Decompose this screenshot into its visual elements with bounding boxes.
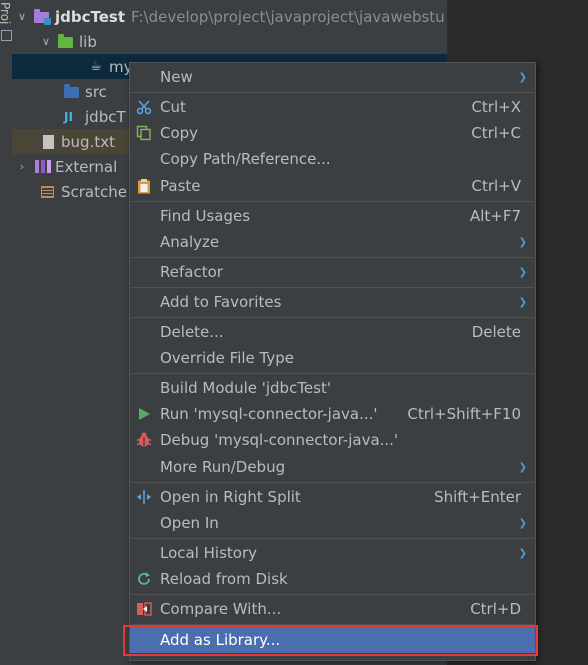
menu-separator <box>131 373 534 374</box>
chevron-down-icon[interactable]: ∨ <box>40 35 52 48</box>
menu-item-compare-with[interactable]: Compare With... Ctrl+D <box>130 596 535 622</box>
context-menu: New ❯ Cut Ctrl+X Copy Ctrl+C Copy Path/R… <box>129 62 536 661</box>
menu-item-label: More Run/Debug <box>160 458 286 476</box>
tree-item-lib[interactable]: ∨ lib <box>12 29 447 54</box>
text-file-icon <box>40 134 56 150</box>
menu-item-reload-from-disk[interactable]: Reload from Disk <box>130 566 535 592</box>
menu-separator <box>131 317 534 318</box>
menu-item-copy[interactable]: Copy Ctrl+C <box>130 120 535 146</box>
clipboard-icon <box>136 178 152 194</box>
menu-item-label: Open in Right Split <box>160 488 301 506</box>
split-icon <box>136 489 152 505</box>
menu-item-label: Build Module 'jdbcTest' <box>160 379 331 397</box>
menu-item-build-module[interactable]: Build Module 'jdbcTest' <box>130 375 535 401</box>
debug-icon <box>136 432 152 448</box>
menu-item-paste[interactable]: Paste Ctrl+V <box>130 173 535 199</box>
chevron-right-icon[interactable]: › <box>16 160 28 173</box>
tree-item-label: Scratche <box>61 182 127 201</box>
submenu-arrow-icon: ❯ <box>518 461 527 473</box>
submenu-arrow-icon: ❯ <box>518 266 527 278</box>
tree-item-jdbctest[interactable]: ∨ jdbcTest F:\develop\project\javaprojec… <box>12 4 447 29</box>
source-folder-icon <box>64 83 80 100</box>
menu-separator <box>131 538 534 539</box>
reload-icon <box>136 571 152 587</box>
menu-item-find-usages[interactable]: Find Usages Alt+F7 <box>130 203 535 229</box>
menu-shortcut: Ctrl+D <box>470 600 521 618</box>
menu-separator <box>131 257 534 258</box>
java-jar-icon: ☕ <box>90 58 102 74</box>
menu-shortcut: Ctrl+V <box>471 177 521 195</box>
library-folder-icon <box>58 33 74 50</box>
menu-separator <box>131 92 534 93</box>
submenu-arrow-icon: ❯ <box>518 71 527 83</box>
menu-item-new[interactable]: New ❯ <box>130 64 535 90</box>
menu-item-copy-path[interactable]: Copy Path/Reference... <box>130 146 535 172</box>
menu-item-open-in[interactable]: Open In ❯ <box>130 510 535 536</box>
menu-item-label: Refactor <box>160 263 223 281</box>
external-libraries-icon <box>34 159 51 175</box>
structure-icon[interactable] <box>1 30 12 41</box>
menu-item-refactor[interactable]: Refactor ❯ <box>130 259 535 285</box>
menu-item-analyze[interactable]: Analyze ❯ <box>130 229 535 255</box>
tree-item-label: External <box>55 157 118 176</box>
menu-shortcut: Delete <box>471 323 521 341</box>
menu-item-add-to-favorites[interactable]: Add to Favorites ❯ <box>130 289 535 315</box>
tree-item-label: jdbcT <box>85 107 126 126</box>
tree-item-path: F:\develop\project\javaproject\javawebst… <box>131 7 445 26</box>
tree-item-label: jdbcTest <box>55 7 126 26</box>
submenu-arrow-icon: ❯ <box>518 517 527 529</box>
scratches-icon <box>40 184 56 200</box>
menu-separator <box>131 482 534 483</box>
menu-shortcut: Alt+F7 <box>469 207 521 225</box>
module-folder-icon <box>34 8 51 25</box>
menu-shortcut: Ctrl+X <box>471 98 521 116</box>
compare-icon <box>136 601 152 617</box>
copy-icon <box>136 125 152 141</box>
menu-item-cut[interactable]: Cut Ctrl+X <box>130 94 535 120</box>
menu-item-label: Override File Type <box>160 349 294 367</box>
run-icon <box>136 406 152 422</box>
menu-item-label: Run 'mysql-connector-java...' <box>160 405 378 423</box>
submenu-arrow-icon: ❯ <box>518 547 527 559</box>
menu-shortcut: Shift+Enter <box>434 488 521 506</box>
menu-item-debug[interactable]: Debug 'mysql-connector-java...' <box>130 427 535 453</box>
menu-item-label: Paste <box>160 177 201 195</box>
tree-item-label: bug.txt <box>61 132 115 151</box>
menu-item-override-file-type[interactable]: Override File Type <box>130 345 535 371</box>
menu-item-label: Analyze <box>160 233 220 251</box>
menu-item-label: Compare With... <box>160 600 282 618</box>
menu-item-label: Cut <box>160 98 186 116</box>
menu-item-label: Add to Favorites <box>160 293 282 311</box>
submenu-arrow-icon: ❯ <box>518 296 527 308</box>
menu-separator <box>131 594 534 595</box>
menu-item-label: Copy Path/Reference... <box>160 150 331 168</box>
project-tab-label[interactable]: Proj <box>0 2 12 24</box>
menu-item-label: Copy <box>160 124 199 142</box>
tree-item-label: lib <box>79 32 97 51</box>
chevron-down-icon[interactable]: ∨ <box>16 10 28 23</box>
menu-item-open-in-right-split[interactable]: Open in Right Split Shift+Enter <box>130 484 535 510</box>
menu-item-more-run-debug[interactable]: More Run/Debug ❯ <box>130 454 535 480</box>
annotation-highlight-box <box>123 625 538 656</box>
iml-file-icon: JI <box>64 109 73 124</box>
menu-item-label: Debug 'mysql-connector-java...' <box>160 431 399 449</box>
menu-item-label: Delete... <box>160 323 224 341</box>
menu-separator <box>131 201 534 202</box>
menu-separator <box>131 287 534 288</box>
menu-item-run[interactable]: Run 'mysql-connector-java...' Ctrl+Shift… <box>130 401 535 427</box>
tree-item-label: src <box>85 82 107 101</box>
menu-item-label: Open In <box>160 514 219 532</box>
menu-item-label: Local History <box>160 544 258 562</box>
menu-item-label: Find Usages <box>160 207 251 225</box>
menu-shortcut: Ctrl+C <box>471 124 521 142</box>
scissors-icon <box>136 99 152 115</box>
menu-item-label: New <box>160 68 193 86</box>
menu-item-local-history[interactable]: Local History ❯ <box>130 540 535 566</box>
menu-item-delete[interactable]: Delete... Delete <box>130 319 535 345</box>
menu-shortcut: Ctrl+Shift+F10 <box>407 405 521 423</box>
submenu-arrow-icon: ❯ <box>518 236 527 248</box>
menu-item-label: Reload from Disk <box>160 570 288 588</box>
